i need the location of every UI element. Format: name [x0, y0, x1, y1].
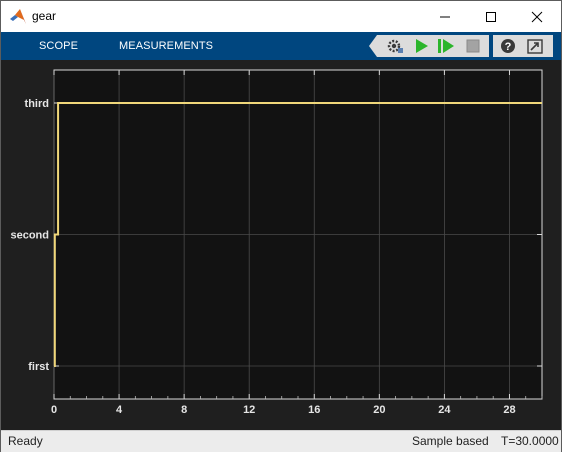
x-tick-label: 8 [181, 404, 187, 416]
matlab-logo-icon [10, 9, 26, 24]
scope-plot[interactable]: 0 4 8 12 16 20 24 28 first second third [1, 60, 561, 430]
maximize-button[interactable] [468, 1, 514, 32]
tab-measurements[interactable]: MEASUREMENTS [119, 32, 213, 60]
title-bar[interactable]: gear [1, 1, 561, 32]
close-button[interactable] [514, 1, 560, 32]
toolstrip: SCOPE MEASUREMENTS ? [1, 32, 561, 60]
status-time: T=30.0000 [501, 434, 559, 448]
x-tick-label: 16 [308, 404, 320, 416]
minimize-icon [440, 16, 450, 17]
status-mode: Sample based [412, 434, 489, 448]
stop-icon [466, 39, 480, 53]
settings-gear-icon [387, 39, 403, 53]
run-button[interactable] [412, 37, 430, 55]
run-icon [416, 39, 428, 53]
minimize-button[interactable] [422, 1, 468, 32]
status-bar: Ready Sample based T=30.0000 [1, 430, 561, 452]
x-tick-label: 0 [51, 404, 57, 416]
help-controls: ? [493, 35, 553, 57]
toolstrip-collapse-arrow-icon[interactable] [369, 35, 377, 57]
settings-button[interactable] [386, 37, 404, 55]
y-tick-label: second [10, 230, 49, 242]
x-tick-label: 4 [116, 404, 123, 416]
stop-button[interactable] [464, 37, 482, 55]
close-icon [531, 11, 543, 22]
help-icon: ? [501, 39, 515, 53]
maximize-icon [486, 11, 496, 22]
step-forward-icon [438, 39, 454, 53]
tab-scope[interactable]: SCOPE [39, 32, 78, 60]
svg-text:?: ? [505, 41, 512, 53]
help-button[interactable]: ? [499, 37, 517, 55]
status-state: Ready [8, 434, 43, 448]
scope-display: 0 4 8 12 16 20 24 28 first second third [1, 60, 561, 430]
x-tick-label: 24 [438, 404, 451, 416]
x-tick-label: 12 [243, 404, 255, 416]
y-tick-label: third [25, 98, 49, 110]
x-tick-label: 28 [503, 404, 515, 416]
step-forward-button[interactable] [437, 37, 455, 55]
undock-icon [527, 39, 543, 54]
x-tick-label: 20 [373, 404, 385, 416]
window-title: gear [32, 9, 57, 23]
scope-window: gear SCOPE MEASUREMENTS ? 0 4 8 12 16 20… [0, 0, 562, 452]
y-tick-label: first [28, 361, 49, 373]
simulation-controls [377, 35, 489, 57]
undock-button[interactable] [526, 37, 544, 55]
